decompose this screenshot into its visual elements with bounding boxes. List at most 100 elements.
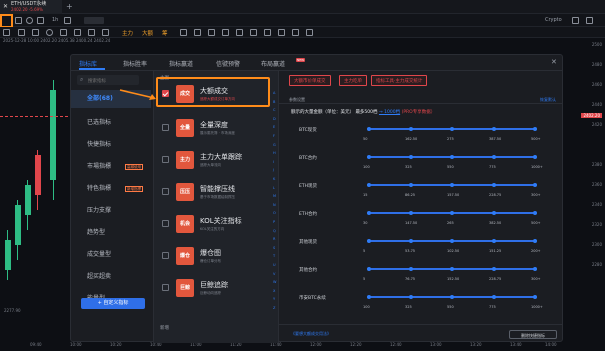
- camera-icon[interactable]: [306, 29, 313, 36]
- threshold-slider[interactable]: [367, 183, 537, 187]
- slider-tick[interactable]: [367, 155, 371, 159]
- alphabet-index[interactable]: A BC DE F GH IJ K LM NO P QR ST U VW XY Z: [273, 91, 277, 331]
- alphabet-letter[interactable]: B: [273, 100, 275, 104]
- threshold-slider[interactable]: [367, 239, 537, 243]
- lock-icon[interactable]: [208, 29, 215, 36]
- alphabet-letter[interactable]: K: [273, 177, 275, 181]
- slider-tick[interactable]: [491, 127, 496, 131]
- alphabet-letter[interactable]: T: [273, 254, 275, 258]
- tab-indicator-track[interactable]: 指标赢道: [169, 59, 193, 68]
- interval-select[interactable]: 1h: [52, 17, 58, 23]
- threshold-slider[interactable]: [367, 295, 537, 299]
- slider-tick[interactable]: [408, 295, 413, 299]
- layout-icon[interactable]: [15, 17, 22, 24]
- slider-tick[interactable]: [408, 183, 413, 187]
- slider-tick[interactable]: [450, 295, 454, 299]
- slider-tick[interactable]: [491, 239, 496, 243]
- close-icon[interactable]: ✕: [551, 58, 557, 66]
- item-checkbox[interactable]: [162, 284, 169, 291]
- slider-tick[interactable]: [367, 183, 371, 187]
- toolbar-label-large[interactable]: 大额: [142, 29, 153, 37]
- slider-tick[interactable]: [450, 239, 454, 243]
- slider-tick[interactable]: [533, 155, 537, 159]
- item-checkbox[interactable]: [162, 252, 169, 259]
- alphabet-letter[interactable]: W: [273, 280, 276, 284]
- alphabet-letter[interactable]: M: [273, 194, 276, 198]
- fullscreen-icon[interactable]: [586, 17, 593, 24]
- alphabet-letter[interactable]: J: [273, 168, 274, 172]
- clock-icon[interactable]: [26, 17, 33, 24]
- chart-type-icon[interactable]: [64, 17, 71, 24]
- tab-indicator-library[interactable]: 指标库: [79, 59, 97, 68]
- alphabet-letter[interactable]: I: [273, 160, 274, 164]
- item-checkbox[interactable]: [162, 188, 169, 195]
- alphabet-letter[interactable]: F: [273, 134, 275, 138]
- tab-main-taker[interactable]: 主力吃单: [339, 75, 367, 86]
- slider-tick[interactable]: [367, 239, 371, 243]
- alphabet-letter[interactable]: U: [273, 263, 276, 267]
- star-icon[interactable]: [180, 29, 187, 36]
- cursor-icon[interactable]: [3, 29, 10, 36]
- price-axis[interactable]: 2500 2480 2460 2440 2420 2402.20 2380 23…: [563, 38, 605, 338]
- ruler-icon[interactable]: [60, 29, 67, 36]
- alphabet-letter[interactable]: Q: [273, 229, 276, 233]
- close-icon[interactable]: ✕: [3, 3, 8, 10]
- slider-tick[interactable]: [408, 267, 413, 271]
- usage-guide-link[interactable]: 《要想大额成交用法》: [291, 331, 331, 337]
- settings-icon[interactable]: [572, 17, 579, 24]
- alphabet-letter[interactable]: S: [273, 246, 275, 250]
- measure-icon[interactable]: [102, 29, 109, 36]
- indicator-item[interactable]: 主力 主力大单跟踪 追踪大单流向: [158, 147, 276, 175]
- item-checkbox[interactable]: [162, 90, 169, 97]
- slider-tick[interactable]: [367, 295, 371, 299]
- slider-tick[interactable]: [450, 211, 454, 215]
- alphabet-letter[interactable]: Y: [273, 297, 275, 301]
- calendar-icon[interactable]: [37, 17, 44, 24]
- trash-icon[interactable]: [236, 29, 243, 36]
- nav-overbought[interactable]: 超买超卖: [71, 268, 151, 286]
- nav-special[interactable]: 特色指標 新增指標: [71, 180, 151, 198]
- slider-tick[interactable]: [533, 295, 537, 299]
- slider-tick[interactable]: [533, 267, 537, 271]
- slider-tick[interactable]: [533, 183, 537, 187]
- alphabet-letter[interactable]: E: [273, 125, 275, 129]
- magnet-icon[interactable]: [250, 29, 257, 36]
- alphabet-letter[interactable]: A: [273, 91, 275, 95]
- alphabet-letter[interactable]: R: [273, 237, 275, 241]
- nav-market[interactable]: 市場指標 高頻使用: [71, 158, 151, 176]
- threshold-slider[interactable]: [367, 211, 537, 215]
- slider-tick[interactable]: [533, 127, 537, 131]
- share-icon[interactable]: [292, 29, 299, 36]
- text-icon[interactable]: [74, 29, 81, 36]
- toolbar-label-main[interactable]: 主力: [122, 29, 133, 37]
- slider-tick[interactable]: [450, 183, 454, 187]
- slider-tick[interactable]: [533, 239, 537, 243]
- alphabet-letter[interactable]: N: [273, 203, 276, 207]
- threshold-slider[interactable]: [367, 267, 537, 271]
- alphabet-letter[interactable]: Z: [273, 306, 275, 310]
- tab-signal-alert[interactable]: 信號预警: [216, 59, 240, 68]
- eye-icon[interactable]: [222, 29, 229, 36]
- slider-tick[interactable]: [367, 267, 371, 271]
- desc-upgrade-link[interactable]: → 1000档: [379, 110, 400, 115]
- pen-icon[interactable]: [32, 29, 39, 36]
- slider-tick[interactable]: [408, 127, 413, 131]
- slider-tick[interactable]: [408, 155, 413, 159]
- undo-icon[interactable]: [264, 29, 271, 36]
- slider-tick[interactable]: [367, 211, 371, 215]
- alphabet-letter[interactable]: G: [273, 143, 276, 147]
- alphabet-letter[interactable]: V: [273, 272, 275, 276]
- item-checkbox[interactable]: [162, 156, 169, 163]
- alphabet-letter[interactable]: X: [273, 289, 275, 293]
- slider-tick[interactable]: [491, 155, 496, 159]
- nav-trend[interactable]: 趋势型: [71, 224, 151, 242]
- slider-tick[interactable]: [450, 267, 454, 271]
- alphabet-letter[interactable]: C: [273, 108, 275, 112]
- line-icon[interactable]: [18, 29, 25, 36]
- slider-tick[interactable]: [491, 183, 496, 187]
- indicator-item[interactable]: 压压 智能撑压线 基于市场数据绘制撑压: [158, 179, 276, 207]
- item-checkbox[interactable]: [162, 220, 169, 227]
- market-select[interactable]: Crypto: [545, 17, 562, 23]
- reset-default-link[interactable]: 恢复默认: [540, 95, 556, 104]
- slider-tick[interactable]: [367, 127, 371, 131]
